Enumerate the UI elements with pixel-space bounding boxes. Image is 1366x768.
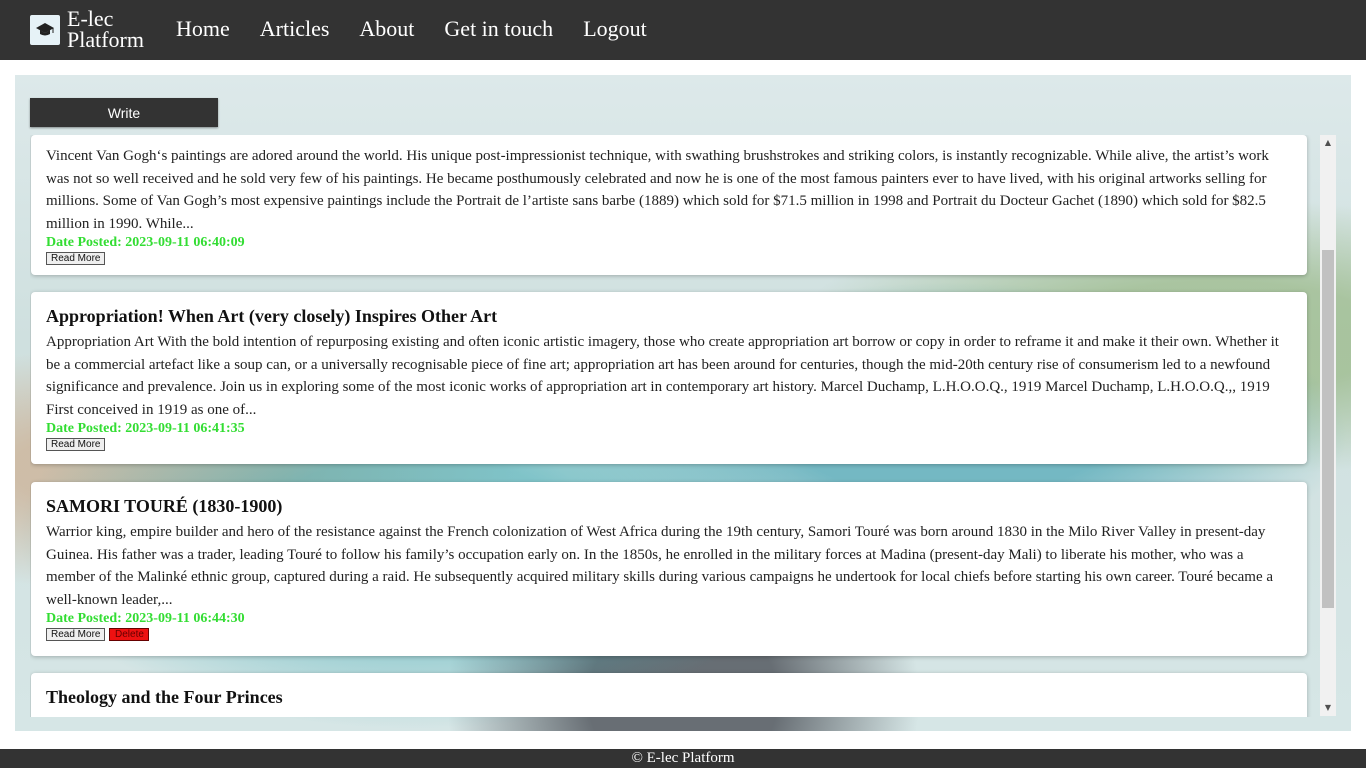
article-excerpt: Appropriation Art With the bold intentio… [46,334,1279,418]
article-title[interactable]: Theology and the Four Princes [46,687,1292,708]
scroll-up-arrow-icon[interactable]: ▲ [1320,135,1336,151]
article-date: Date Posted: 2023-09-11 06:41:35 [46,421,245,436]
article-title[interactable]: Appropriation! When Art (very closely) I… [46,306,1292,327]
scroll-down-arrow-icon[interactable]: ▼ [1320,700,1336,716]
article-date: Date Posted: 2023-09-11 06:44:30 [46,611,245,626]
top-navbar: E-lec Platform Home Articles About Get i… [0,0,1366,60]
nav-link-home[interactable]: Home [176,16,230,42]
main-content: Write Vincent Van Gogh‘s paintings are a… [15,75,1351,731]
graduation-cap-icon[interactable] [30,15,60,45]
scrollbar-thumb[interactable] [1322,250,1334,608]
article-excerpt: Warrior king, empire builder and hero of… [46,524,1274,608]
article-date: Date Posted: 2023-09-11 06:40:09 [46,235,245,250]
article-title[interactable]: SAMORI TOURÉ (1830-1900) [46,496,1292,517]
read-more-button[interactable]: Read More [46,438,106,451]
nav-link-about[interactable]: About [359,16,414,42]
article-card: Vincent Van Gogh‘s paintings are adored … [31,135,1307,275]
nav-link-get-in-touch[interactable]: Get in touch [444,16,553,42]
footer: © E-lec Platform [0,749,1366,768]
nav-link-logout[interactable]: Logout [583,16,647,42]
footer-copyright: © E-lec Platform [631,750,735,766]
brand-line-1: E-lec [67,6,114,31]
read-more-button[interactable]: Read More [46,252,106,265]
feed-scrollbar[interactable]: ▲ ▼ [1320,135,1336,716]
nav-link-articles[interactable]: Articles [260,16,330,42]
nav-links: Home Articles About Get in touch Logout [176,16,677,42]
read-more-button[interactable]: Read More [46,628,106,641]
article-card: Theology and the Four Princes [31,673,1307,717]
article-excerpt: Vincent Van Gogh‘s paintings are adored … [46,148,1269,232]
articles-feed: Vincent Van Gogh‘s paintings are adored … [30,135,1336,717]
brand-line-2: Platform [67,27,144,52]
article-card: SAMORI TOURÉ (1830-1900) Warrior king, e… [31,482,1307,656]
brand-name[interactable]: E-lec Platform [67,6,144,52]
delete-button[interactable]: Delete [109,628,150,641]
article-card: Appropriation! When Art (very closely) I… [31,292,1307,464]
write-button[interactable]: Write [30,98,218,127]
